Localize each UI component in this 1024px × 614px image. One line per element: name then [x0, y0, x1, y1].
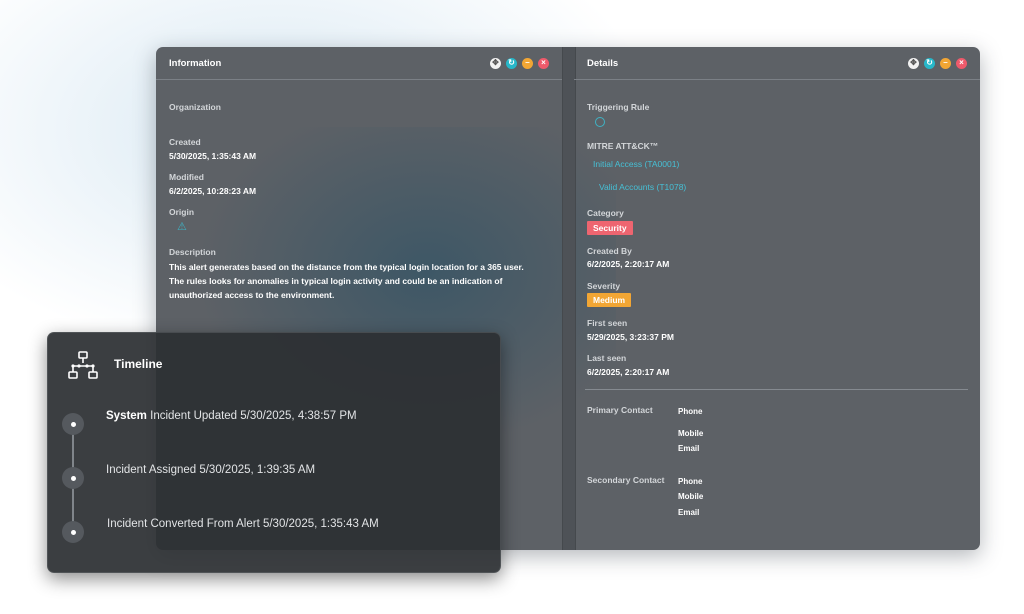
modified-value: 6/2/2025, 10:28:23 AM [169, 186, 257, 196]
move-icon[interactable]: ✥ [490, 57, 501, 69]
primary-email-label: Email [678, 444, 700, 453]
timeline-event-1: System Incident Updated 5/30/2025, 4:38:… [106, 410, 357, 422]
origin-label: Origin [169, 207, 195, 217]
refresh-icon[interactable]: ↻ [924, 57, 935, 69]
created-by-value: 6/2/2025, 2:20:17 AM [587, 259, 670, 269]
refresh-icon[interactable]: ↻ [506, 57, 517, 69]
first-seen-label: First seen [587, 318, 628, 328]
mitre-technique-link[interactable]: Valid Accounts (T1078) [599, 182, 686, 192]
information-window-controls: ✥ ↻ – × [490, 57, 549, 69]
modified-label: Modified [169, 172, 204, 182]
information-panel-title: Information [169, 57, 222, 69]
rule-status-icon [595, 117, 605, 127]
triggering-rule-label: Triggering Rule [587, 102, 650, 112]
move-icon[interactable]: ✥ [908, 57, 919, 69]
created-label: Created [169, 137, 201, 147]
description-line: This alert generates based on the distan… [169, 262, 524, 272]
information-panel-header: Information ✥ ↻ – × [156, 47, 562, 80]
severity-badge: Medium [587, 293, 632, 307]
description-text: This alert generates based on the distan… [169, 260, 549, 302]
details-panel: Details ✥ ↻ – × Triggering Rule MITRE AT… [574, 47, 980, 550]
created-value: 5/30/2025, 1:35:43 AM [169, 151, 257, 161]
description-line: unauthorized access to the environment. [169, 290, 335, 300]
timeline-event-text: Incident Updated 5/30/2025, 4:38:57 PM [150, 410, 357, 422]
description-line: The rules looks for anomalies in typical… [169, 276, 503, 286]
organization-label: Organization [169, 102, 221, 112]
timeline-event-actor: System [106, 410, 147, 422]
primary-phone-label: Phone [678, 407, 703, 416]
warning-triangle-icon: ⚠ [177, 221, 187, 233]
secondary-phone-label: Phone [678, 477, 703, 486]
timeline-dot [62, 521, 84, 543]
details-window-controls: ✥ ↻ – × [908, 57, 967, 69]
category-label: Category [587, 208, 624, 218]
timeline-dot [62, 413, 84, 435]
contacts-divider [585, 389, 968, 390]
created-by-label: Created By [587, 246, 632, 256]
last-seen-label: Last seen [587, 353, 627, 363]
secondary-contact-label: Secondary Contact [587, 475, 665, 485]
timeline-event-3: Incident Converted From Alert 5/30/2025,… [107, 518, 379, 530]
timeline-event-2: Incident Assigned 5/30/2025, 1:39:35 AM [106, 464, 315, 476]
timeline-event-text: Incident Assigned 5/30/2025, 1:39:35 AM [106, 464, 316, 476]
mitre-tactic-link[interactable]: Initial Access (TA0001) [593, 159, 679, 169]
network-diagram-icon [68, 351, 98, 379]
secondary-email-label: Email [678, 508, 700, 517]
primary-mobile-label: Mobile [678, 429, 704, 438]
secondary-mobile-label: Mobile [678, 492, 704, 501]
details-panel-header: Details ✥ ↻ – × [574, 47, 980, 80]
minimize-icon[interactable]: – [940, 57, 951, 69]
timeline-card: Timeline System Incident Updated 5/30/20… [47, 332, 501, 573]
mitre-label: MITRE ATT&CK™ [587, 141, 659, 151]
timeline-dot [62, 467, 84, 489]
details-panel-title: Details [587, 57, 619, 69]
close-icon[interactable]: × [538, 57, 549, 69]
timeline-event-text: Incident Converted From Alert 5/30/2025,… [107, 518, 379, 530]
severity-label: Severity [587, 281, 621, 291]
timeline-title: Timeline [114, 357, 163, 371]
minimize-icon[interactable]: – [522, 57, 533, 69]
description-label: Description [169, 247, 216, 257]
primary-contact-label: Primary Contact [587, 405, 653, 415]
close-icon[interactable]: × [956, 57, 967, 69]
first-seen-value: 5/29/2025, 3:23:37 PM [587, 332, 674, 342]
category-badge: Security [587, 221, 633, 235]
last-seen-value: 6/2/2025, 2:20:17 AM [587, 367, 670, 377]
